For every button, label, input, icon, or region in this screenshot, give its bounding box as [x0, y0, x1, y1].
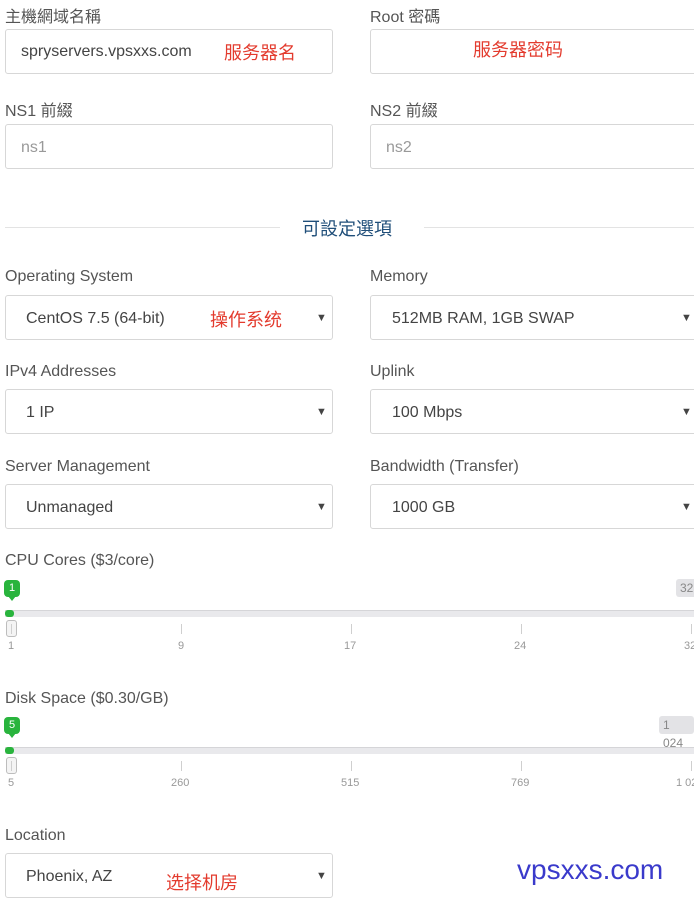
cpu-current-bubble: 1: [4, 580, 20, 601]
root-password-label: Root 密碼: [370, 9, 441, 26]
disk-tick: [691, 761, 692, 771]
ns2-label: NS2 前綴: [370, 103, 438, 120]
os-annotation: 操作系统: [210, 310, 282, 330]
watermark: vpsxxs.com: [517, 854, 664, 885]
hostname-input[interactable]: spryservers.vpsxxs.com 服务器名: [5, 29, 333, 74]
ipv4-select[interactable]: 1 IP ▼: [5, 389, 333, 434]
memory-label: Memory: [370, 268, 428, 285]
disk-tick-label: 1 024: [676, 777, 694, 789]
cpu-tick: [351, 624, 352, 634]
cpu-tick-label: 1: [8, 640, 15, 652]
bandwidth-value: 1000 GB: [392, 499, 456, 516]
ipv4-label: IPv4 Addresses: [5, 363, 117, 380]
uplink-select[interactable]: 100 Mbps ▼: [370, 389, 694, 434]
os-select[interactable]: CentOS 7.5 (64-bit) 操作系统 ▼: [5, 295, 333, 340]
location-annotation: 选择机房: [166, 873, 238, 893]
chevron-down-icon: ▼: [681, 406, 692, 418]
disk-tick-label: 5: [8, 777, 15, 789]
memory-select[interactable]: 512MB RAM, 1GB SWAP ▼: [370, 295, 694, 340]
cpu-tick: [521, 624, 522, 634]
ns1-label: NS1 前綴: [5, 103, 73, 120]
hostname-value: spryservers.vpsxxs.com: [21, 43, 192, 60]
disk-tick-label: 260: [171, 777, 190, 789]
root-password-annotation: 服务器密码: [473, 40, 563, 60]
bandwidth-select[interactable]: 1000 GB ▼: [370, 484, 694, 529]
os-value: CentOS 7.5 (64-bit): [26, 310, 165, 327]
chevron-down-icon: ▼: [681, 501, 692, 513]
cpu-tick-label: 24: [514, 640, 527, 652]
cpu-label: CPU Cores ($3/core): [5, 552, 155, 569]
disk-slider-track[interactable]: [5, 747, 694, 754]
disk-tick: [181, 761, 182, 771]
root-password-input[interactable]: 服务器密码: [370, 29, 694, 74]
location-value: Phoenix, AZ: [26, 868, 113, 885]
cpu-max-tag: 32: [676, 579, 694, 597]
cpu-tick-label: 17: [344, 640, 357, 652]
disk-tick-label: 515: [341, 777, 360, 789]
cpu-tick: [11, 624, 12, 634]
hostname-label: 主機網域名稱: [5, 9, 102, 26]
chevron-down-icon: ▼: [316, 870, 327, 882]
cpu-slider-fill: [5, 610, 14, 617]
uplink-label: Uplink: [370, 363, 415, 380]
location-select[interactable]: Phoenix, AZ 选择机房 ▼: [5, 853, 333, 898]
disk-tick-label: 769: [511, 777, 530, 789]
ns1-placeholder: ns1: [21, 139, 47, 156]
cpu-tick: [181, 624, 182, 634]
disk-tick: [11, 761, 12, 771]
location-label: Location: [5, 827, 66, 844]
ns1-input[interactable]: ns1: [5, 124, 333, 169]
management-value: Unmanaged: [26, 499, 114, 516]
os-label: Operating System: [5, 268, 134, 285]
disk-max-tag: 1 024: [659, 716, 694, 750]
section-divider-left: [5, 227, 280, 228]
cpu-slider-track[interactable]: [5, 610, 694, 617]
bandwidth-label: Bandwidth (Transfer): [370, 458, 519, 475]
hostname-annotation: 服务器名: [224, 43, 296, 63]
section-title: 可設定選項: [302, 219, 392, 239]
management-select[interactable]: Unmanaged ▼: [5, 484, 333, 529]
disk-tick: [521, 761, 522, 771]
cpu-tick: [691, 624, 692, 634]
chevron-down-icon: ▼: [316, 406, 327, 418]
chevron-down-icon: ▼: [316, 501, 327, 513]
chevron-down-icon: ▼: [681, 312, 692, 324]
disk-tick: [351, 761, 352, 771]
memory-value: 512MB RAM, 1GB SWAP: [392, 310, 575, 327]
ipv4-value: 1 IP: [26, 404, 55, 421]
uplink-value: 100 Mbps: [392, 404, 463, 421]
cpu-tick-label: 9: [178, 640, 185, 652]
ns2-placeholder: ns2: [386, 139, 412, 156]
ns2-input[interactable]: ns2: [370, 124, 694, 169]
chevron-down-icon: ▼: [316, 312, 327, 324]
section-divider-right: [424, 227, 694, 228]
disk-slider-fill: [5, 747, 14, 754]
disk-label: Disk Space ($0.30/GB): [5, 690, 169, 707]
management-label: Server Management: [5, 458, 150, 475]
disk-current-bubble: 5: [4, 717, 20, 738]
cpu-tick-label: 32: [684, 640, 694, 652]
